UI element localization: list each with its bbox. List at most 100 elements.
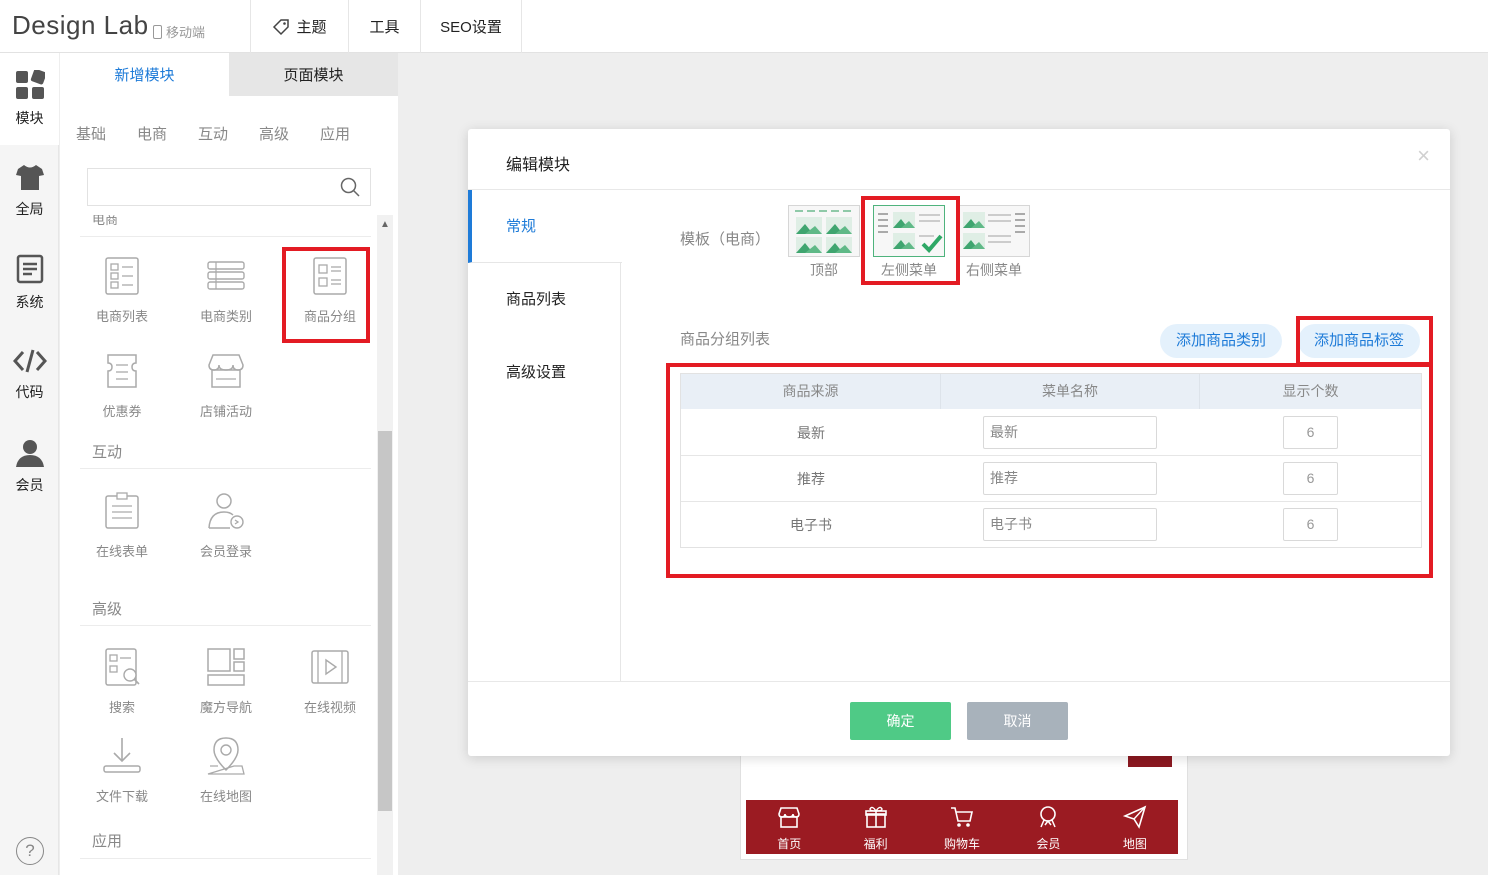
module-label: 文件下载: [95, 789, 148, 804]
template-label-top: 顶部: [810, 262, 838, 278]
module-label: 店铺活动: [199, 404, 252, 419]
right-menu-layout-icon: [963, 212, 1025, 249]
rail-label: 全局: [15, 201, 44, 217]
module-cube-nav[interactable]: 魔方导航: [176, 647, 276, 716]
template-top[interactable]: 顶部: [788, 205, 860, 280]
rail-label: 代码: [15, 384, 44, 400]
footer-item-map[interactable]: 地图: [1092, 800, 1178, 854]
section-title-interactive: 互动: [92, 444, 123, 461]
category-tab-app[interactable]: 应用: [320, 123, 350, 144]
divider: [80, 236, 371, 237]
grid-icon: [15, 70, 45, 99]
footer-item-member[interactable]: 会员: [1005, 800, 1091, 854]
tab-new-module[interactable]: 新增模块: [60, 53, 229, 96]
highlight-box-product-group: [282, 247, 370, 343]
search-icon[interactable]: [340, 177, 360, 197]
nav-theme[interactable]: 主题: [250, 0, 348, 53]
side-tab-advanced[interactable]: 高级设置: [468, 336, 621, 409]
module-label: 优惠券: [102, 404, 142, 419]
group-list-label: 商品分组列表: [680, 331, 771, 348]
footer-item-cart[interactable]: 购物车: [919, 800, 1005, 854]
divider: [80, 625, 371, 626]
module-label: 在线视频: [303, 700, 356, 715]
side-tab-product-list[interactable]: 商品列表: [468, 263, 621, 336]
nav-seo-label: SEO设置: [440, 19, 502, 36]
cancel-button[interactable]: 取消: [967, 702, 1068, 740]
module-search[interactable]: 搜索: [72, 647, 172, 716]
template-label: 模板（电商）: [680, 231, 771, 248]
user-icon: [15, 440, 44, 467]
side-tab-general[interactable]: 常规: [468, 190, 622, 263]
close-icon[interactable]: ×: [1417, 143, 1430, 169]
rail-item-system[interactable]: 系统: [0, 237, 59, 329]
footer-item-home[interactable]: 首页: [746, 800, 832, 854]
rail-item-global[interactable]: 全局: [0, 145, 59, 237]
store-icon: [778, 807, 801, 828]
list-card-icon: [105, 257, 139, 295]
nav-tools[interactable]: 工具: [348, 0, 420, 53]
rail-item-member[interactable]: 会员: [0, 421, 59, 513]
template-thumbnail: [958, 205, 1030, 257]
category-tab-interactive[interactable]: 互动: [198, 123, 228, 144]
module-label: 搜索: [108, 700, 135, 715]
download-icon: [103, 738, 141, 773]
help-icon[interactable]: ?: [16, 837, 44, 865]
module-store-activity[interactable]: 店铺活动: [176, 351, 276, 420]
add-category-button[interactable]: 添加商品类别: [1160, 324, 1283, 358]
shirt-icon: [15, 165, 44, 190]
coupon-icon: [107, 354, 137, 388]
footer-item-welfare[interactable]: 福利: [832, 800, 918, 854]
category-tab-advanced[interactable]: 高级: [259, 123, 289, 144]
module-file-download[interactable]: 文件下载: [72, 736, 172, 805]
search-module-icon: [105, 648, 140, 686]
store-icon: [208, 354, 244, 388]
category-list-icon: [207, 261, 245, 290]
section-title-ecommerce: 电商: [92, 215, 119, 227]
module-label: 在线表单: [95, 544, 148, 559]
form-icon: [105, 492, 139, 529]
divider: [80, 858, 371, 859]
module-label: 电商列表: [95, 309, 148, 324]
gift-icon: [864, 806, 887, 828]
code-icon: [12, 349, 47, 373]
footer-label: 福利: [863, 837, 888, 851]
rail-label: 系统: [15, 294, 44, 310]
top-bar: Design Lab 移动端 主题 工具 SEO设置: [0, 0, 1488, 53]
tab-page-module[interactable]: 页面模块: [229, 53, 398, 96]
highlight-box-template: [861, 196, 960, 285]
rail-item-modules[interactable]: 模块: [0, 53, 59, 145]
member-icon: [1040, 806, 1057, 828]
mobile-preview-link[interactable]: 移动端: [153, 22, 205, 41]
dialog-side-tabs: 常规 商品列表 高级设置: [468, 190, 622, 682]
nav-theme-label: 主题: [296, 19, 327, 36]
nav-seo[interactable]: SEO设置: [420, 0, 522, 53]
category-tab-basic[interactable]: 基础: [76, 123, 106, 144]
section-title-clip: 电商: [60, 215, 377, 231]
module-search-input[interactable]: [87, 168, 371, 206]
module-coupon[interactable]: 优惠券: [72, 351, 172, 420]
scroll-thumb[interactable]: [378, 431, 392, 811]
module-label: 魔方导航: [199, 700, 252, 715]
module-online-map[interactable]: 在线地图: [176, 736, 276, 805]
member-login-icon: [208, 493, 244, 529]
template-right-menu[interactable]: 右侧菜单: [958, 205, 1030, 280]
scroll-up-arrow-icon[interactable]: ▲: [380, 219, 390, 230]
divider: [468, 681, 1450, 682]
template-thumbnail: [788, 205, 860, 257]
confirm-button[interactable]: 确定: [850, 702, 951, 740]
template-label-right-menu: 右侧菜单: [966, 262, 1022, 278]
rail-item-code[interactable]: 代码: [0, 329, 59, 421]
rail-label: 模块: [15, 110, 44, 126]
module-ecommerce-category[interactable]: 电商类别: [176, 256, 276, 325]
footer-label: 地图: [1122, 837, 1147, 851]
module-label: 会员登录: [199, 544, 252, 559]
module-label: 在线地图: [199, 789, 252, 804]
module-ecommerce-list[interactable]: 电商列表: [72, 256, 172, 325]
section-title-advanced: 高级: [92, 601, 123, 618]
image-grid-icon: [795, 210, 853, 253]
module-member-login[interactable]: 会员登录: [176, 491, 276, 560]
module-online-form[interactable]: 在线表单: [72, 491, 172, 560]
module-online-video[interactable]: 在线视频: [280, 647, 380, 716]
highlight-box-add-tag: [1296, 316, 1433, 366]
category-tab-ecommerce[interactable]: 电商: [137, 123, 167, 144]
